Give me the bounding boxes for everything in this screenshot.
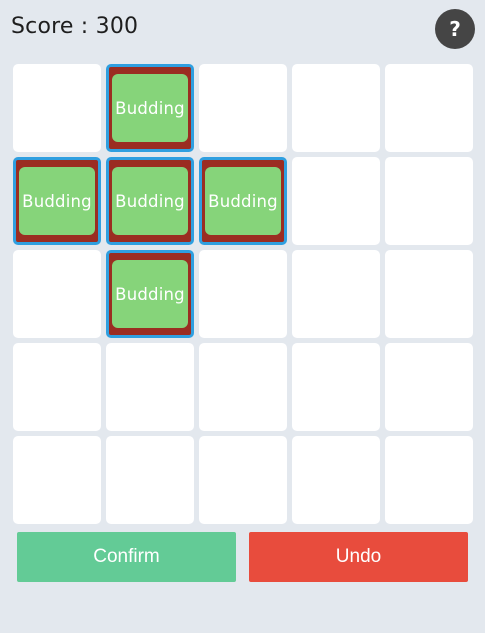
help-button[interactable]: ? [435, 9, 475, 49]
board-cell-empty[interactable] [385, 64, 473, 152]
board-cell-empty[interactable] [13, 343, 101, 431]
plant-label: Budding [19, 167, 95, 235]
board-cell-empty[interactable] [292, 343, 380, 431]
board-cell-empty[interactable] [385, 250, 473, 338]
board-cell-empty[interactable] [13, 64, 101, 152]
header-bar: Score : 300 ? [0, 0, 485, 60]
board-cell-empty[interactable] [292, 436, 380, 524]
board-cell-planted[interactable]: Budding [106, 157, 194, 245]
board-cell-planted[interactable]: Budding [13, 157, 101, 245]
board-cell-empty[interactable] [199, 436, 287, 524]
plant-label: Budding [112, 74, 188, 142]
board-cell-empty[interactable] [106, 436, 194, 524]
board-cell-empty[interactable] [13, 250, 101, 338]
board-cell-empty[interactable] [292, 64, 380, 152]
undo-button[interactable]: Undo [249, 532, 468, 582]
plant-label: Budding [205, 167, 281, 235]
action-bar: Confirm Undo [17, 532, 468, 582]
plant-label: Budding [112, 167, 188, 235]
board-cell-empty[interactable] [106, 343, 194, 431]
confirm-button[interactable]: Confirm [17, 532, 236, 582]
plant-label: Budding [112, 260, 188, 328]
game-board: Budding Budding Budding Budding Budding [13, 64, 473, 524]
board-cell-empty[interactable] [292, 250, 380, 338]
board-cell-empty[interactable] [385, 436, 473, 524]
board-cell-empty[interactable] [292, 157, 380, 245]
board-cell-empty[interactable] [385, 343, 473, 431]
board-cell-planted[interactable]: Budding [106, 64, 194, 152]
board-cell-empty[interactable] [199, 250, 287, 338]
score-display: Score : 300 [11, 14, 139, 39]
board-cell-planted[interactable]: Budding [199, 157, 287, 245]
board-cell-empty[interactable] [199, 343, 287, 431]
board-cell-empty[interactable] [385, 157, 473, 245]
board-cell-empty[interactable] [199, 64, 287, 152]
board-cell-empty[interactable] [13, 436, 101, 524]
board-cell-planted[interactable]: Budding [106, 250, 194, 338]
